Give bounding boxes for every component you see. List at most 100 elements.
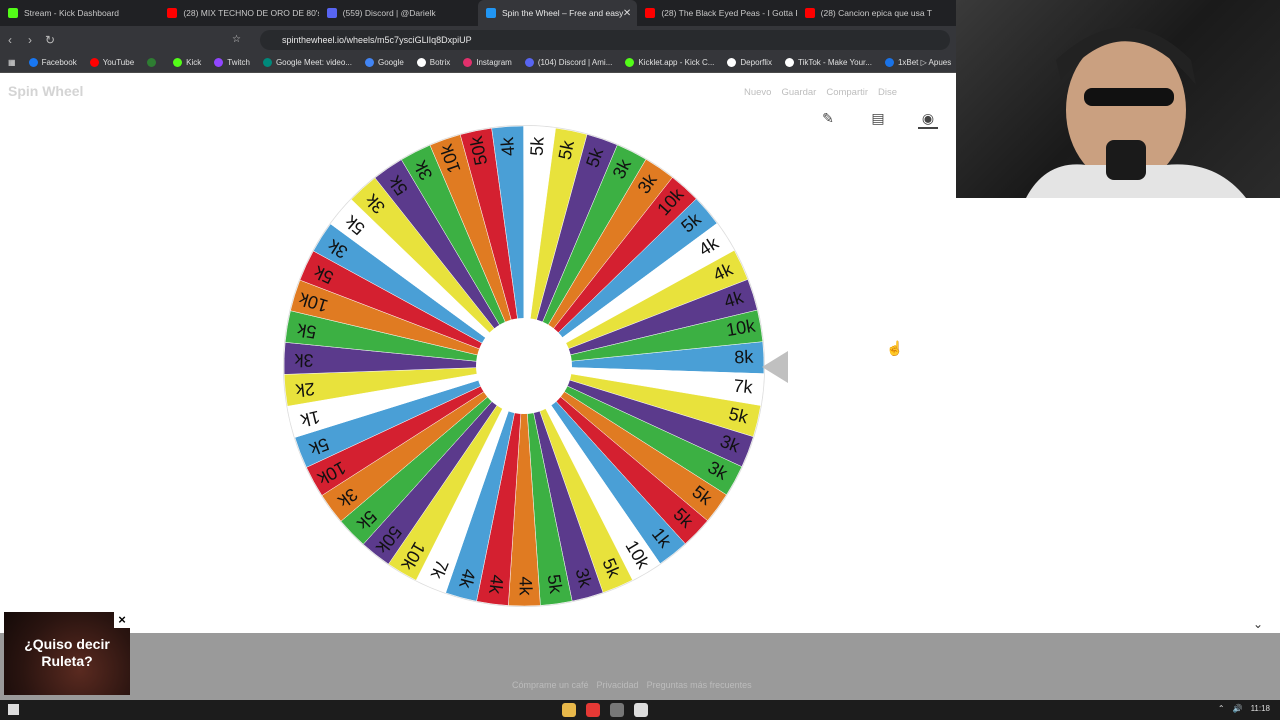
bookmark-label: Deporflix bbox=[740, 58, 772, 67]
tab-close-icon[interactable]: ✕ bbox=[623, 8, 631, 19]
browser-tab[interactable]: (28) MIX TECHNO DE ORO DE 80's & bbox=[159, 0, 319, 26]
browser-tab-strip: Stream - Kick Dashboard (28) MIX TECHNO D… bbox=[0, 0, 956, 26]
bookmark-item[interactable]: Facebook bbox=[28, 58, 77, 67]
bookmark-label: Kicklet.app - Kick C... bbox=[638, 58, 715, 67]
eye-off-icon[interactable]: ◉ bbox=[918, 110, 938, 129]
bookmark-favicon-icon bbox=[262, 58, 272, 67]
tray-chevron-icon[interactable]: ⌃ bbox=[1218, 704, 1225, 713]
bookmark-favicon-icon bbox=[524, 58, 534, 67]
menu-share[interactable]: Compartir bbox=[826, 87, 868, 98]
close-icon[interactable]: × bbox=[114, 612, 130, 628]
wheel-pointer bbox=[762, 351, 788, 383]
bookmark-item[interactable]: Twitch bbox=[214, 58, 250, 67]
file-explorer-icon[interactable] bbox=[562, 703, 576, 717]
bookmark-favicon-icon bbox=[364, 58, 374, 67]
bookmark-favicon-icon bbox=[727, 58, 737, 67]
back-icon[interactable]: ‹ bbox=[0, 33, 20, 47]
app-icon[interactable] bbox=[634, 703, 648, 717]
webcam-overlay bbox=[956, 0, 1280, 198]
browser-tab[interactable]: Stream - Kick Dashboard bbox=[0, 0, 159, 26]
menu-new[interactable]: Nuevo bbox=[744, 87, 771, 98]
wheel-segment-label: 4k bbox=[516, 576, 536, 596]
chevron-down-icon[interactable]: ⌄ bbox=[1253, 617, 1263, 631]
bookmark-label: TikTok - Make Your... bbox=[797, 58, 872, 67]
tab-favicon-icon bbox=[485, 8, 496, 18]
site-logo[interactable]: Spin Wheel bbox=[8, 83, 83, 99]
bookmark-favicon-icon bbox=[89, 58, 99, 67]
tab-label: (559) Discord | @Darielk bbox=[342, 8, 436, 18]
pencil-icon[interactable]: ✎ bbox=[818, 110, 838, 129]
bookmark-label: Google Meet: video... bbox=[275, 58, 352, 67]
bookmark-item[interactable]: (104) Discord | Ami... bbox=[524, 58, 613, 67]
bookmark-item[interactable]: Google Meet: video... bbox=[262, 58, 352, 67]
clock: 11:18 bbox=[1250, 704, 1270, 713]
bookmark-label: 1xBet ▷ Apues bbox=[897, 58, 952, 67]
clipboard-icon[interactable]: ▤ bbox=[868, 110, 888, 129]
wheel-segment-label: 7k bbox=[733, 376, 755, 398]
windows-start-icon[interactable] bbox=[8, 704, 19, 715]
browser-tab[interactable]: (559) Discord | @Darielk bbox=[319, 0, 478, 26]
wheel-center-hub[interactable] bbox=[476, 318, 572, 414]
url-text: spinthewheel.io/wheels/m5c7ysciGLlIq8Dxp… bbox=[282, 34, 472, 45]
obs-app-icon[interactable] bbox=[610, 703, 624, 717]
bookmark-favicon-icon bbox=[463, 58, 473, 67]
wheel-segment-label: 3k bbox=[293, 350, 314, 371]
bookmark-item[interactable]: Deporflix bbox=[727, 58, 772, 67]
bookmark-icon[interactable]: ☆ bbox=[232, 34, 241, 45]
tab-favicon-icon bbox=[804, 8, 815, 18]
forward-icon[interactable]: › bbox=[20, 33, 40, 47]
bookmark-favicon-icon bbox=[625, 58, 635, 67]
bookmark-item[interactable]: TikTok - Make Your... bbox=[784, 58, 872, 67]
bookmark-label: Instagram bbox=[476, 58, 512, 67]
bookmark-label: Botrix bbox=[429, 58, 451, 67]
browser-tab[interactable]: (28) Cancion epica que usa T bbox=[797, 0, 956, 26]
wheel-segment-label: 4k bbox=[497, 135, 518, 156]
tab-favicon-icon bbox=[167, 8, 178, 18]
bookmark-item[interactable]: Google bbox=[364, 58, 404, 67]
wheel-toolbar: ✎ ▤ ◉ bbox=[818, 110, 938, 129]
tab-label: Stream - Kick Dashboard bbox=[24, 8, 119, 18]
site-menu: Nuevo Guardar Compartir Dise bbox=[744, 87, 897, 98]
roulette-ad[interactable]: × ¿Quiso decir Ruleta? bbox=[4, 612, 130, 695]
menu-design[interactable]: Dise bbox=[878, 87, 897, 98]
bookmark-favicon-icon bbox=[416, 58, 426, 67]
tab-label: Spin the Wheel – Free and easy bbox=[501, 8, 624, 18]
footer-link-privacy[interactable]: Privacidad bbox=[597, 680, 639, 690]
wheel-segment-label: 5k bbox=[544, 573, 567, 596]
spin-wheel[interactable]: 8k7k5k3k3k5k5k1k10k5k3k5k4k4k4k7k10k50k5… bbox=[272, 114, 776, 618]
footer-link-coffee[interactable]: Cómprame un café bbox=[512, 680, 589, 690]
page-footer: Cómprame un café Privacidad Preguntas má… bbox=[0, 633, 1280, 700]
bookmark-label: (104) Discord | Ami... bbox=[537, 58, 613, 67]
bookmark-item[interactable]: Kicklet.app - Kick C... bbox=[625, 58, 714, 67]
os-taskbar: ⌃ 🔊 11:18 bbox=[0, 700, 1280, 720]
tab-label: (28) MIX TECHNO DE ORO DE 80's & bbox=[183, 8, 319, 18]
footer-link-faq[interactable]: Preguntas más frecuentes bbox=[647, 680, 752, 690]
bookmark-item[interactable] bbox=[147, 58, 160, 67]
bookmark-favicon-icon bbox=[214, 58, 224, 67]
bookmark-favicon-icon bbox=[884, 58, 894, 67]
tab-label: (28) Cancion epica que usa T bbox=[820, 8, 932, 18]
bookmark-label: Facebook bbox=[41, 58, 77, 67]
wheel-segment-label: 5k bbox=[527, 135, 548, 156]
ad-text: ¿Quiso decir Ruleta? bbox=[24, 636, 110, 669]
bookmark-favicon-icon bbox=[784, 58, 794, 67]
url-field[interactable]: ☆ spinthewheel.io/wheels/m5c7ysciGLlIq8D… bbox=[232, 29, 950, 50]
bookmarks-bar: ▦ Facebook YouTube Kick Twitch Google Meet: … bbox=[0, 53, 956, 73]
bookmark-item[interactable]: Instagram bbox=[463, 58, 512, 67]
wheel-segment-label: 4k bbox=[485, 574, 507, 596]
tab-favicon-icon bbox=[326, 8, 337, 18]
apps-icon[interactable]: ▦ bbox=[8, 58, 16, 67]
browser-app-icon[interactable] bbox=[586, 703, 600, 717]
reload-icon[interactable]: ↻ bbox=[40, 33, 60, 47]
browser-tab[interactable]: (28) The Black Eyed Peas - I Gotta Fe bbox=[637, 0, 797, 26]
volume-icon[interactable]: 🔊 bbox=[1233, 704, 1243, 713]
bookmark-favicon-icon bbox=[147, 58, 157, 67]
bookmark-item[interactable]: 1xBet ▷ Apues bbox=[884, 58, 952, 67]
bookmark-item[interactable]: Kick bbox=[173, 58, 201, 67]
bookmark-item[interactable]: Botrix bbox=[416, 58, 451, 67]
bookmark-item[interactable]: YouTube bbox=[89, 58, 134, 67]
browser-tab[interactable]: Spin the Wheel – Free and easy ✕ bbox=[477, 0, 638, 26]
tab-label: (28) The Black Eyed Peas - I Gotta Fe bbox=[661, 8, 797, 18]
bookmark-favicon-icon bbox=[173, 58, 183, 67]
menu-save[interactable]: Guardar bbox=[781, 87, 816, 98]
